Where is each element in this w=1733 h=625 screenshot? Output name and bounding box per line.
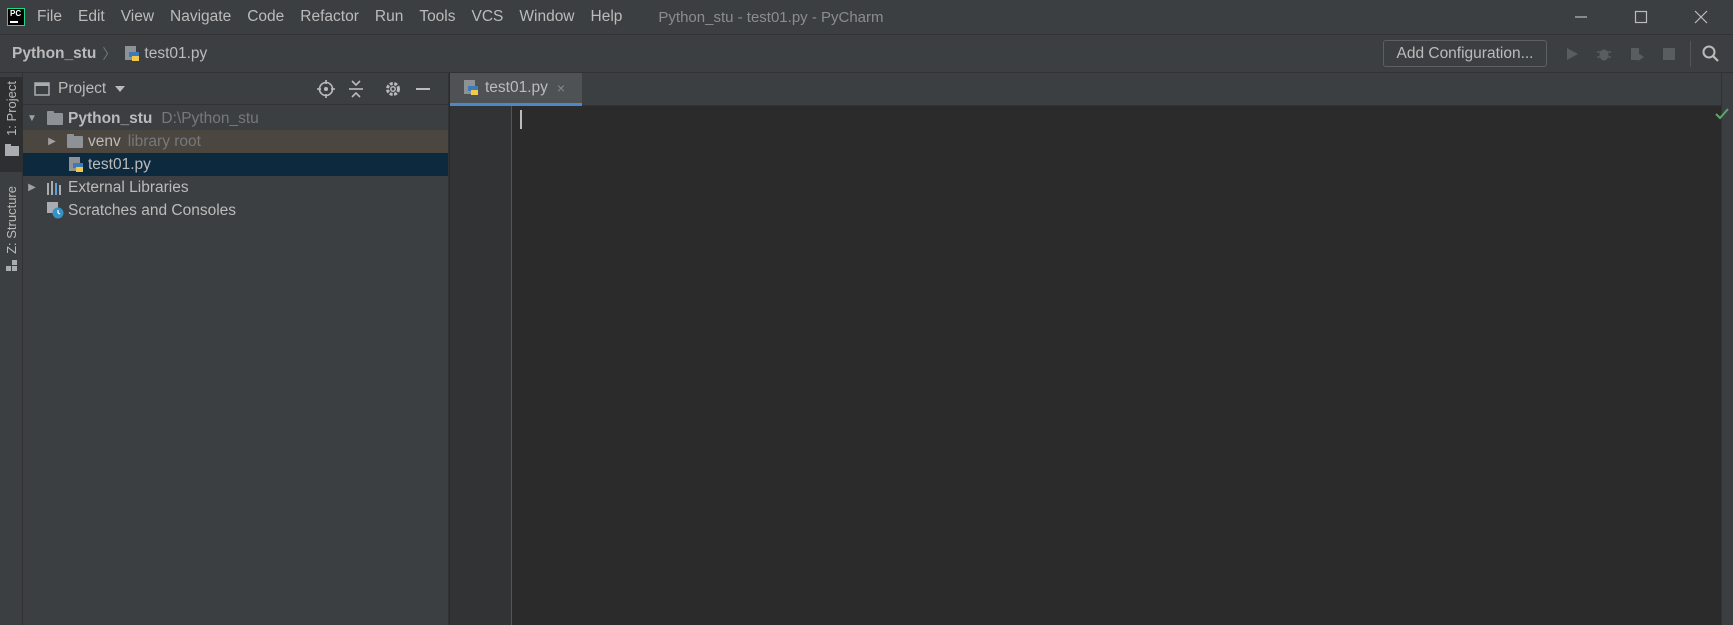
python-file-icon xyxy=(69,156,83,172)
editor-tab-bar: test01.py × xyxy=(450,73,1733,106)
tree-item-scratches[interactable]: Scratches and Consoles xyxy=(23,199,448,222)
structure-icon xyxy=(5,259,17,271)
menu-navigate[interactable]: Navigate xyxy=(170,8,231,26)
project-panel: Project ▼ Python_stu D:\Python_stu ▶ ven… xyxy=(23,73,449,625)
folder-icon xyxy=(47,110,63,125)
locate-file-button[interactable] xyxy=(316,79,336,99)
project-tool-label: 1: Project xyxy=(4,81,19,136)
add-configuration-button[interactable]: Add Configuration... xyxy=(1383,40,1547,67)
breadcrumb-separator-icon: 〉 xyxy=(102,45,117,62)
tree-item-label: venv xyxy=(88,132,121,150)
gear-icon xyxy=(386,82,400,96)
folder-icon xyxy=(67,133,83,148)
tree-item-label: test01.py xyxy=(88,155,151,173)
menu-edit[interactable]: Edit xyxy=(78,8,105,26)
tree-item-python-stu[interactable]: ▼ Python_stu D:\Python_stu xyxy=(23,107,448,130)
hide-panel-button[interactable] xyxy=(413,79,433,99)
tree-item-label: Scratches and Consoles xyxy=(68,201,237,219)
menu-code[interactable]: Code xyxy=(247,8,284,26)
tab-test01-py[interactable]: test01.py × xyxy=(450,73,582,106)
text-caret xyxy=(520,110,522,129)
scratches-icon xyxy=(47,202,64,219)
minimize-icon xyxy=(1575,16,1587,18)
libraries-icon xyxy=(47,180,61,195)
project-tool-button[interactable]: 1: Project xyxy=(0,77,23,172)
debug-button[interactable] xyxy=(1593,43,1615,65)
stop-button[interactable] xyxy=(1658,43,1680,65)
stop-icon xyxy=(1663,48,1675,60)
breadcrumb-file[interactable]: test01.py xyxy=(144,45,207,63)
maximize-button[interactable] xyxy=(1612,0,1670,34)
project-view-icon xyxy=(34,81,50,96)
right-tool-stripe xyxy=(1721,73,1733,625)
folder-icon xyxy=(4,143,19,156)
collapsed-arrow-icon[interactable]: ▶ xyxy=(47,136,57,147)
expanded-arrow-icon[interactable]: ▼ xyxy=(27,113,37,124)
tree-item-venv[interactable]: ▶ venv library root xyxy=(23,130,448,153)
run-button[interactable] xyxy=(1561,43,1583,65)
breadcrumb-project[interactable]: Python_stu xyxy=(12,45,96,63)
menu-refactor[interactable]: Refactor xyxy=(300,8,359,26)
tree-item-label: Python_stu xyxy=(68,109,153,127)
run-with-coverage-icon xyxy=(1631,48,1644,61)
python-file-icon xyxy=(464,80,478,95)
close-icon xyxy=(1694,10,1708,24)
toolbar-divider xyxy=(1690,41,1691,67)
collapse-all-icon xyxy=(349,80,363,98)
project-view-selector[interactable]: Project xyxy=(58,80,106,98)
inspection-ok-icon[interactable] xyxy=(1714,106,1730,122)
locate-icon xyxy=(317,80,335,98)
debug-icon xyxy=(1597,49,1611,61)
tree-item-hint: library root xyxy=(127,132,201,150)
menu-file[interactable]: File xyxy=(37,8,62,26)
menu-window[interactable]: Window xyxy=(519,8,574,26)
close-tab-icon[interactable]: × xyxy=(557,80,565,96)
project-panel-header: Project xyxy=(23,73,448,105)
maximize-icon xyxy=(1634,10,1648,24)
search-everywhere-button[interactable] xyxy=(1700,43,1722,65)
close-window-button[interactable] xyxy=(1672,0,1730,34)
collapsed-arrow-icon[interactable]: ▶ xyxy=(27,182,37,193)
collapse-all-button[interactable] xyxy=(346,79,366,99)
menu-tools[interactable]: Tools xyxy=(419,8,455,26)
tree-item-external-libraries[interactable]: ▶ External Libraries xyxy=(23,176,448,199)
left-tool-stripe: 1: Project Z: Structure xyxy=(0,73,23,625)
menu-view[interactable]: View xyxy=(121,8,154,26)
navigation-bar: Python_stu 〉 test01.py Add Configuration… xyxy=(0,34,1733,73)
search-icon xyxy=(1702,45,1719,62)
structure-tool-button[interactable]: Z: Structure xyxy=(0,186,23,286)
chevron-down-icon[interactable] xyxy=(114,85,126,93)
code-editor[interactable] xyxy=(513,106,1721,625)
editor-gutter xyxy=(450,106,512,625)
menu-run[interactable]: Run xyxy=(375,8,403,26)
menu-vcs[interactable]: VCS xyxy=(472,8,504,26)
minimize-button[interactable] xyxy=(1552,0,1610,34)
tree-item-label: External Libraries xyxy=(68,178,189,196)
pycharm-logo-icon: PC xyxy=(7,8,25,26)
minimize-panel-icon xyxy=(416,88,430,90)
structure-tool-label: Z: Structure xyxy=(4,186,19,254)
title-bar: PC File Edit View Navigate Code Refactor… xyxy=(0,0,1733,34)
run-icon xyxy=(1567,48,1578,60)
panel-settings-button[interactable] xyxy=(383,79,403,99)
menu-help[interactable]: Help xyxy=(591,8,623,26)
tree-item-test01[interactable]: test01.py xyxy=(23,153,448,176)
tab-label: test01.py xyxy=(485,79,548,96)
coverage-button[interactable] xyxy=(1626,43,1648,65)
window-title: Python_stu - test01.py - PyCharm xyxy=(658,8,884,26)
tree-item-path: D:\Python_stu xyxy=(161,109,259,127)
python-file-icon xyxy=(125,45,140,61)
